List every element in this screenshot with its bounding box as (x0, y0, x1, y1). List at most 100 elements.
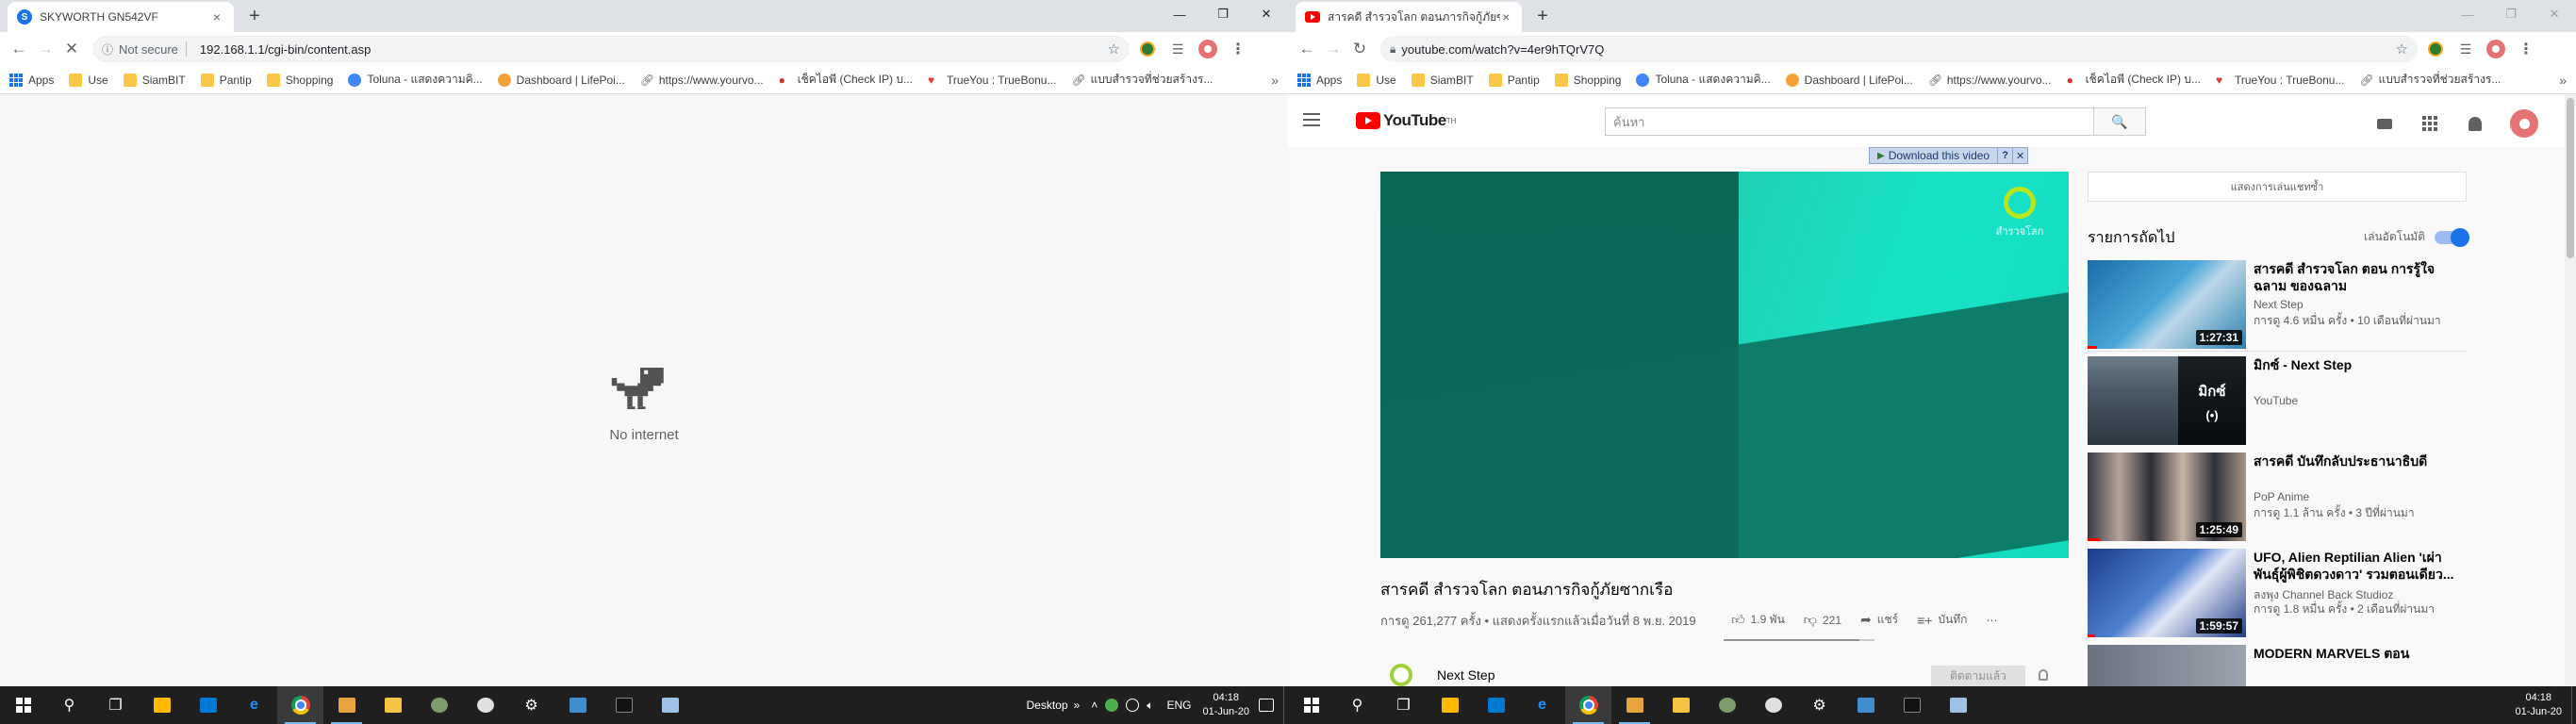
recommended-channel-name[interactable]: YouTube (2254, 394, 2298, 407)
video-thumbnail[interactable]: 1:25:49 (2088, 452, 2246, 541)
edge-button[interactable]: e (231, 686, 277, 724)
channel-avatar[interactable] (1390, 664, 1412, 686)
toolbar-chevron-icon[interactable]: » (1074, 699, 1081, 712)
bookmark-5[interactable]: Toluna - แสดงความคิ... (1636, 71, 1771, 89)
back-button[interactable]: ← (6, 36, 32, 62)
terminal-button[interactable] (601, 686, 647, 724)
start-button[interactable] (1288, 686, 1334, 724)
show-hidden-icons-icon[interactable]: ˄ (1091, 699, 1098, 712)
edge-button[interactable]: e (1519, 686, 1565, 724)
bookmark-5[interactable]: Toluna - แสดงความคิ... (348, 71, 483, 89)
video-thumbnail[interactable]: 1:59:57 (2088, 549, 2246, 637)
channel-bell-icon[interactable] (2039, 669, 2048, 681)
search-taskbar-button[interactable]: ⚲ (1334, 686, 1380, 724)
bookmark-7[interactable]: 🔗︎ https://www.yourvo... (1928, 74, 2052, 87)
media-app-button[interactable] (1611, 686, 1658, 724)
show-desktop-button[interactable] (2571, 686, 2576, 724)
bookmark-4[interactable]: Shopping (266, 73, 333, 87)
store-button[interactable] (1427, 686, 1473, 724)
video-thumbnail[interactable]: 1:27:31 (2088, 260, 2246, 349)
page-scrollbar[interactable] (2565, 94, 2576, 686)
search-box[interactable]: ค้นหา 🔍 (1605, 107, 2146, 136)
bookmark-10[interactable]: 🔗︎ แบบสำรวจที่ช่วยสร้างร... (1071, 71, 1213, 89)
settings-button[interactable]: ⚙ (508, 686, 554, 724)
mail-button[interactable] (1473, 686, 1519, 724)
recommended-video-title[interactable]: UFO, Alien Reptilian Alien 'เผ่าพันธุ์ผู… (2254, 549, 2461, 583)
recommended-video[interactable]: 1:25:49 สารคดี บันทึกลับประธานาธิบดี PoP A… (2088, 452, 2467, 541)
recommended-video[interactable]: 1:27:31 สารคดี สำรวจโลก ตอน การรู้ใจฉลาม … (2088, 260, 2467, 349)
recommended-video-title[interactable]: สารคดี สำรวจโลก ตอน การรู้ใจฉลาม ของฉลาม (2254, 260, 2461, 294)
volume-icon[interactable]: 🔈︎ (1147, 699, 1153, 713)
recommended-video[interactable]: มิกซ์ (•) มิกซ์ - Next Step YouTube (2088, 356, 2467, 445)
extension-button[interactable] (2423, 37, 2448, 61)
task-view-button[interactable]: ❐ (1380, 686, 1427, 724)
bookmark-1[interactable]: Use (1357, 73, 1396, 87)
recommended-video-title[interactable]: มิกซ์ - Next Step (2254, 356, 2461, 373)
guide-menu-icon[interactable] (1303, 113, 1320, 126)
bookmark-9[interactable]: ♥ TrueYou : TrueBonu... (2216, 74, 2345, 87)
youtube-logo[interactable]: YouTube TH (1356, 111, 1456, 130)
close-window-button[interactable]: ✕ (1245, 0, 1288, 28)
bookmarks-overflow-button[interactable]: » (1271, 73, 1279, 88)
minimize-button[interactable]: — (1158, 0, 1201, 28)
download-help-icon[interactable]: ? (1997, 148, 2012, 163)
bookmark-0[interactable]: Apps (1297, 73, 1342, 87)
bookmark-star-icon[interactable]: ☆ (2396, 41, 2408, 58)
reading-list-button[interactable]: ☰ (1165, 37, 1190, 61)
close-window-button[interactable]: ✕ (2533, 0, 2576, 28)
tab-youtube[interactable]: สารคดี สำรวจโลก ตอนภารกิจกู้ภัยซากเรือ × (1296, 2, 1522, 32)
download-video-button[interactable]: Download this video (1870, 148, 1997, 163)
chrome-menu-button[interactable]: ⋮ (2514, 37, 2538, 61)
search-input[interactable]: ค้นหา (1613, 112, 2093, 132)
dislike-button[interactable]: 👎︎ 221 (1804, 612, 1841, 628)
file-explorer-button[interactable] (370, 686, 416, 724)
input-language[interactable]: ENG (1166, 699, 1191, 712)
remote-app-button[interactable] (554, 686, 601, 724)
extension-button[interactable] (1135, 37, 1160, 61)
bookmark-3[interactable]: Pantip (1488, 73, 1540, 87)
video-player[interactable]: สำรวจโลก (1380, 172, 2069, 558)
clock[interactable]: 04:18 01-Jun-20 (1202, 691, 1249, 719)
show-chat-replay-button[interactable]: แสดงการเล่นแชทซ้ำ (2088, 172, 2467, 202)
recommended-video[interactable]: 1:59:57 UFO, Alien Reptilian Alien 'เผ่าพ… (2088, 549, 2467, 637)
forward-button[interactable]: → (1320, 36, 1346, 62)
video-thumbnail[interactable]: มิกซ์ (•) (2088, 356, 2246, 445)
autoplay-toggle[interactable] (2435, 227, 2469, 247)
share-button[interactable]: ➦ แชร์ (1860, 611, 1898, 629)
bookmark-1[interactable]: Use (69, 73, 108, 87)
action-center-icon[interactable] (1259, 699, 1274, 712)
stop-loading-button[interactable]: ✕ (58, 36, 85, 62)
mail-button[interactable] (185, 686, 231, 724)
address-bar[interactable]: 🔒︎ youtube.com/watch?v=4er9hTQrV7Q ☆ (1380, 36, 2418, 62)
bookmark-2[interactable]: SiamBIT (123, 73, 186, 87)
ccleaner-button[interactable] (462, 686, 508, 724)
reload-button[interactable]: ↻ (1346, 36, 1373, 62)
search-taskbar-button[interactable]: ⚲ (46, 686, 92, 724)
address-bar[interactable]: ⓘ Not secure 192.168.1.1/cgi-bin/content… (92, 36, 1130, 62)
like-button[interactable]: 👍︎ 1.9 พัน (1731, 611, 1785, 629)
bookmarks-overflow-button[interactable]: » (2559, 73, 2567, 88)
notes-button[interactable] (647, 686, 693, 724)
chrome-menu-button[interactable]: ⋮ (1226, 37, 1250, 61)
tab-skyworth[interactable]: S SKYWORTH GN542VF × (8, 2, 234, 32)
ccleaner-button[interactable] (1750, 686, 1796, 724)
bookmark-2[interactable]: SiamBIT (1411, 73, 1474, 87)
bookmark-4[interactable]: Shopping (1554, 73, 1621, 87)
info-icon[interactable]: ⓘ (102, 41, 113, 58)
tray-app-icon[interactable] (1105, 699, 1119, 712)
bookmark-6[interactable]: Dashboard | LifePoi... (1785, 73, 1913, 87)
more-actions-button[interactable]: ⋯ (1986, 614, 1997, 627)
recommended-video-title[interactable]: MODERN MARVELS ตอน (2254, 645, 2461, 662)
scrollbar-thumb[interactable] (2567, 98, 2574, 258)
settings-button[interactable]: ⚙ (1796, 686, 1842, 724)
download-close-icon[interactable]: ✕ (2012, 148, 2027, 163)
terminal-button[interactable] (1889, 686, 1935, 724)
maximize-button[interactable]: ❐ (2489, 0, 2533, 28)
lock-icon[interactable]: 🔒︎ (1390, 42, 1395, 57)
maximize-button[interactable]: ❐ (1201, 0, 1245, 28)
remote-app-button[interactable] (1842, 686, 1889, 724)
start-button[interactable] (0, 686, 46, 724)
save-button[interactable]: ≡+ บันทึก (1917, 611, 1967, 629)
bookmark-6[interactable]: Dashboard | LifePoi... (497, 73, 625, 87)
recommended-channel-name[interactable]: PoP Anime (2254, 490, 2309, 503)
